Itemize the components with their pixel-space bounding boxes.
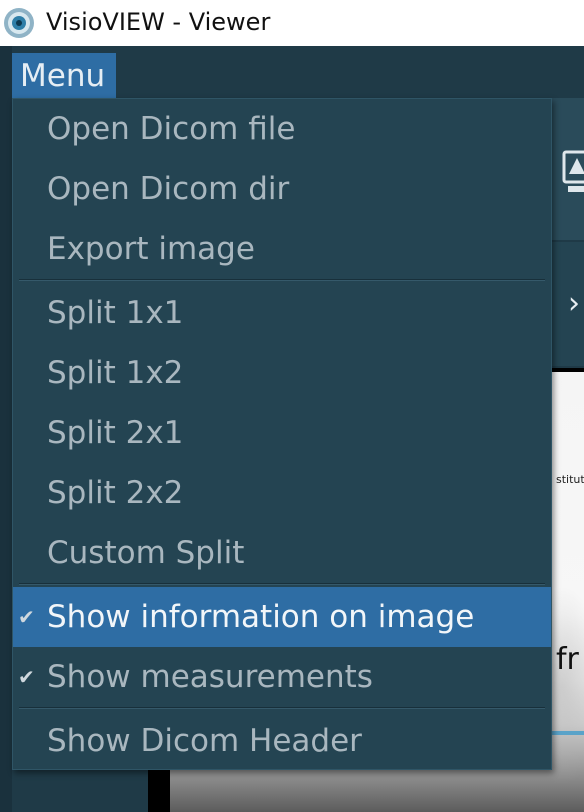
monitor-icon[interactable] <box>560 148 584 198</box>
menu-item-open-dicom-dir[interactable]: Open Dicom dir <box>13 159 551 219</box>
app-area: › stitutio fr Menu Open Dicom file Open … <box>0 46 584 812</box>
menu-item-split-1x2[interactable]: Split 1x2 <box>13 343 551 403</box>
menu-item-label: Show Dicom Header <box>47 723 362 759</box>
menu-item-split-2x2[interactable]: Split 2x2 <box>13 463 551 523</box>
menu-item-label: Show measurements <box>47 659 373 695</box>
menu-item-show-dicom-header[interactable]: Show Dicom Header <box>13 711 551 771</box>
menu-item-custom-split[interactable]: Custom Split <box>13 523 551 583</box>
menu-separator <box>19 279 545 281</box>
window-title: VisioVIEW - Viewer <box>46 8 271 36</box>
title-bar: VisioVIEW - Viewer <box>0 0 584 46</box>
menu-item-label: Split 1x1 <box>47 295 184 331</box>
menu-item-label: Export image <box>47 231 255 267</box>
menu-item-label: Split 1x2 <box>47 355 184 391</box>
main-menu-dropdown: Open Dicom file Open Dicom dir Export im… <box>12 98 552 770</box>
menu-item-open-dicom-file[interactable]: Open Dicom file <box>13 99 551 159</box>
menu-item-show-information-on-image[interactable]: ✔ Show information on image <box>13 587 551 647</box>
measurement-line[interactable] <box>550 731 584 735</box>
image-info-overlay-large: fr <box>556 642 579 677</box>
menu-item-label: Split 2x1 <box>47 415 184 451</box>
menu-item-export-image[interactable]: Export image <box>13 219 551 279</box>
menu-separator <box>19 707 545 709</box>
image-info-overlay-small: stitutio <box>556 473 584 486</box>
menu-item-label: Open Dicom dir <box>47 171 290 207</box>
menu-item-label: Open Dicom file <box>47 111 296 147</box>
check-icon: ✔ <box>18 665 35 689</box>
left-panel-strip <box>0 46 12 812</box>
menu-item-split-1x1[interactable]: Split 1x1 <box>13 283 551 343</box>
menu-item-label: Split 2x2 <box>47 475 184 511</box>
menu-item-label: Show information on image <box>47 599 475 635</box>
menu-button[interactable]: Menu <box>12 53 116 99</box>
check-icon: ✔ <box>18 605 35 629</box>
menu-item-show-measurements[interactable]: ✔ Show measurements <box>13 647 551 707</box>
menu-separator <box>19 583 545 585</box>
menu-item-split-2x1[interactable]: Split 2x1 <box>13 403 551 463</box>
menu-item-label: Custom Split <box>47 535 245 571</box>
chevron-right-icon[interactable]: › <box>568 286 580 321</box>
visioview-eye-logo-icon <box>4 8 34 38</box>
